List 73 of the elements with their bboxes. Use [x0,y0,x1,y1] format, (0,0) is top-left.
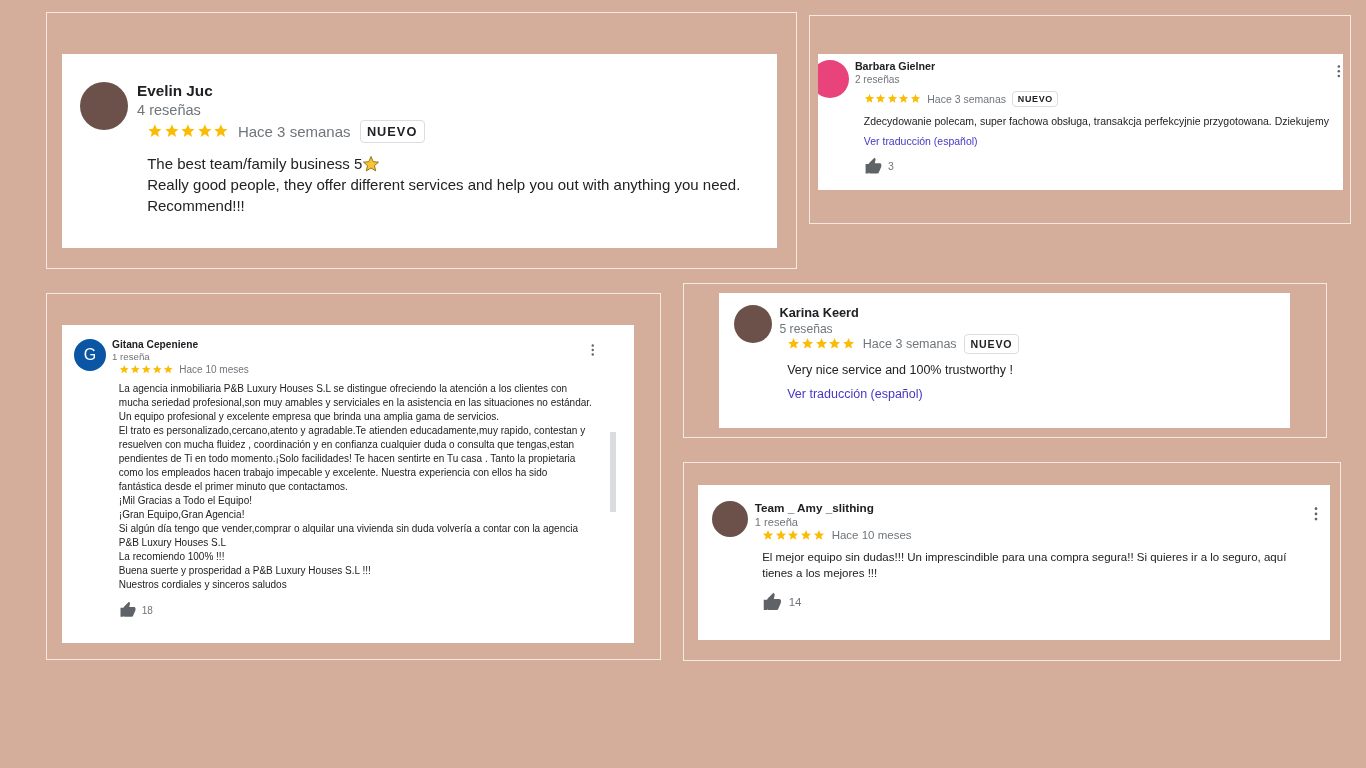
star-icon [762,528,775,541]
star-icon [863,93,875,105]
star-icon [774,528,787,541]
more-options-icon[interactable] [1314,506,1319,521]
star-icon [875,93,887,105]
review-count: 1 reseña [112,351,151,363]
reviewer-name[interactable]: Barbara Gielner [854,60,936,72]
review-text: The best team/family business 5 [147,154,363,175]
star-icon [787,528,800,541]
review-text: El trato es personalizado,cercano,atento y agradable.Te atienden educadamente,muy rapido, contestan y resuelven con mucha fluidez , coordinación y en confianza cualquier duda o consulta que tengas,estan pendientes de Ti en todo momento.¡Solo facilidades! Te hacen sentirte en Tu casa . Tanto la propietaria como los empleados hacen trabajo impecable y excelente. Nuestra experiencia con ellos ha sido fantástica desde el primer minuto que contactamos. [118,424,587,494]
review-text: Zdecydowanie polecam, super fachowa obsługa, transakcja perfekcyjnie przygotowana. Dziekujemy [863,114,1329,130]
star-icon [828,337,842,351]
review-count: 5 reseñas [779,321,834,336]
reviewer-name[interactable]: Evelin Juc [137,82,213,100]
review-text: Buena suerte y prosperidad a P&B Luxury Houses S.L !!! [118,564,371,578]
review-text: Very nice service and 100% trustworthy ! [787,362,1013,380]
star-icon [196,123,213,140]
like-count: 14 [788,595,802,608]
star-icon [151,364,163,375]
star-icon [129,364,141,375]
review-text: Nuestros cordiales y sinceros saludos [118,578,287,592]
star-icon [180,123,196,140]
translate-link[interactable]: Ver traducción (español) [787,387,1276,402]
review-text: El mejor equipo sin dudas!!! Un imprescindible para una compra segura!! Si quieres ir a lo seguro, aquí tienes a los mejores !!! [762,550,1288,582]
review-time: Hace 3 semanas [927,92,1006,105]
star-icon [118,364,130,375]
more-options-icon[interactable] [1337,65,1342,78]
review-text: ¡Mil Gracias a Todo el Equipo! [118,494,252,508]
star-icon [147,123,163,140]
new-label: NUEVO [1012,90,1059,108]
thumbs-up-icon[interactable] [118,601,137,619]
translate-link[interactable]: Ver traducción (español) [863,135,1339,148]
review-count: 1 reseña [754,515,800,528]
star-icon [842,337,856,351]
star-icon [213,123,229,140]
reviewer-name[interactable]: Gitana Cepeniene [112,339,199,350]
review-count: 2 reseñas [854,73,901,85]
star-icon [814,337,828,351]
review-text: Un equipo profesional y excelente empresa que brinda una amplia gama de servicios. [118,410,500,424]
like-count: 18 [141,604,153,616]
star-icon [886,93,898,105]
review-count: 4 reseñas [137,102,202,119]
review-time: Hace 3 semanas [862,336,957,351]
photo-placeholder [711,501,748,537]
thumbs-up-icon[interactable] [762,591,783,613]
star-icon [898,93,910,105]
reviewer-name[interactable]: Karina Keerd [779,305,859,320]
review-text: ¡Gran Equipo,Gran Agencia! [118,508,245,522]
star-icon [800,337,815,351]
star-icon [812,528,825,541]
photo-placeholder [734,305,772,343]
review-time: Hace 3 semanas [237,122,351,140]
review-text: La recomiendo 100% !!! [118,550,225,564]
star-icon [163,123,180,140]
scrollbar[interactable] [610,432,616,512]
thumbs-up-icon[interactable] [863,156,883,176]
avatar-circle: G [74,339,106,371]
star-icon [787,337,801,351]
new-label: NUEVO [359,119,425,143]
like-count: 3 [887,160,894,173]
star-icon [800,528,813,541]
review-text: La agencia inmobiliaria P&B Luxury Houses S.L se distingue ofreciendo la atención a los clientes con mucha seriedad profesional,son muy amables y serviciales en la asistencia en las situaciones no estándar. [118,382,592,410]
review-time: Hace 10 meses [831,529,912,541]
star-icon [162,364,174,375]
new-label: NUEVO [964,334,1019,354]
review-time: Hace 10 meses [179,364,249,375]
review-text: Si algún día tengo que vender,comprar o alquilar una vivienda sin duda volvería a contar con la agencia P&B Luxury Houses S.L [118,522,579,550]
reviewer-name[interactable]: Team _ Amy _slithing [754,501,874,514]
star-icon [909,93,921,105]
photo-placeholder [80,82,128,130]
more-options-icon[interactable] [590,344,594,356]
star-icon [140,364,152,375]
review-text: Really good people, they offer different services and help you out with anything you need. Recommend!!! [147,175,742,217]
